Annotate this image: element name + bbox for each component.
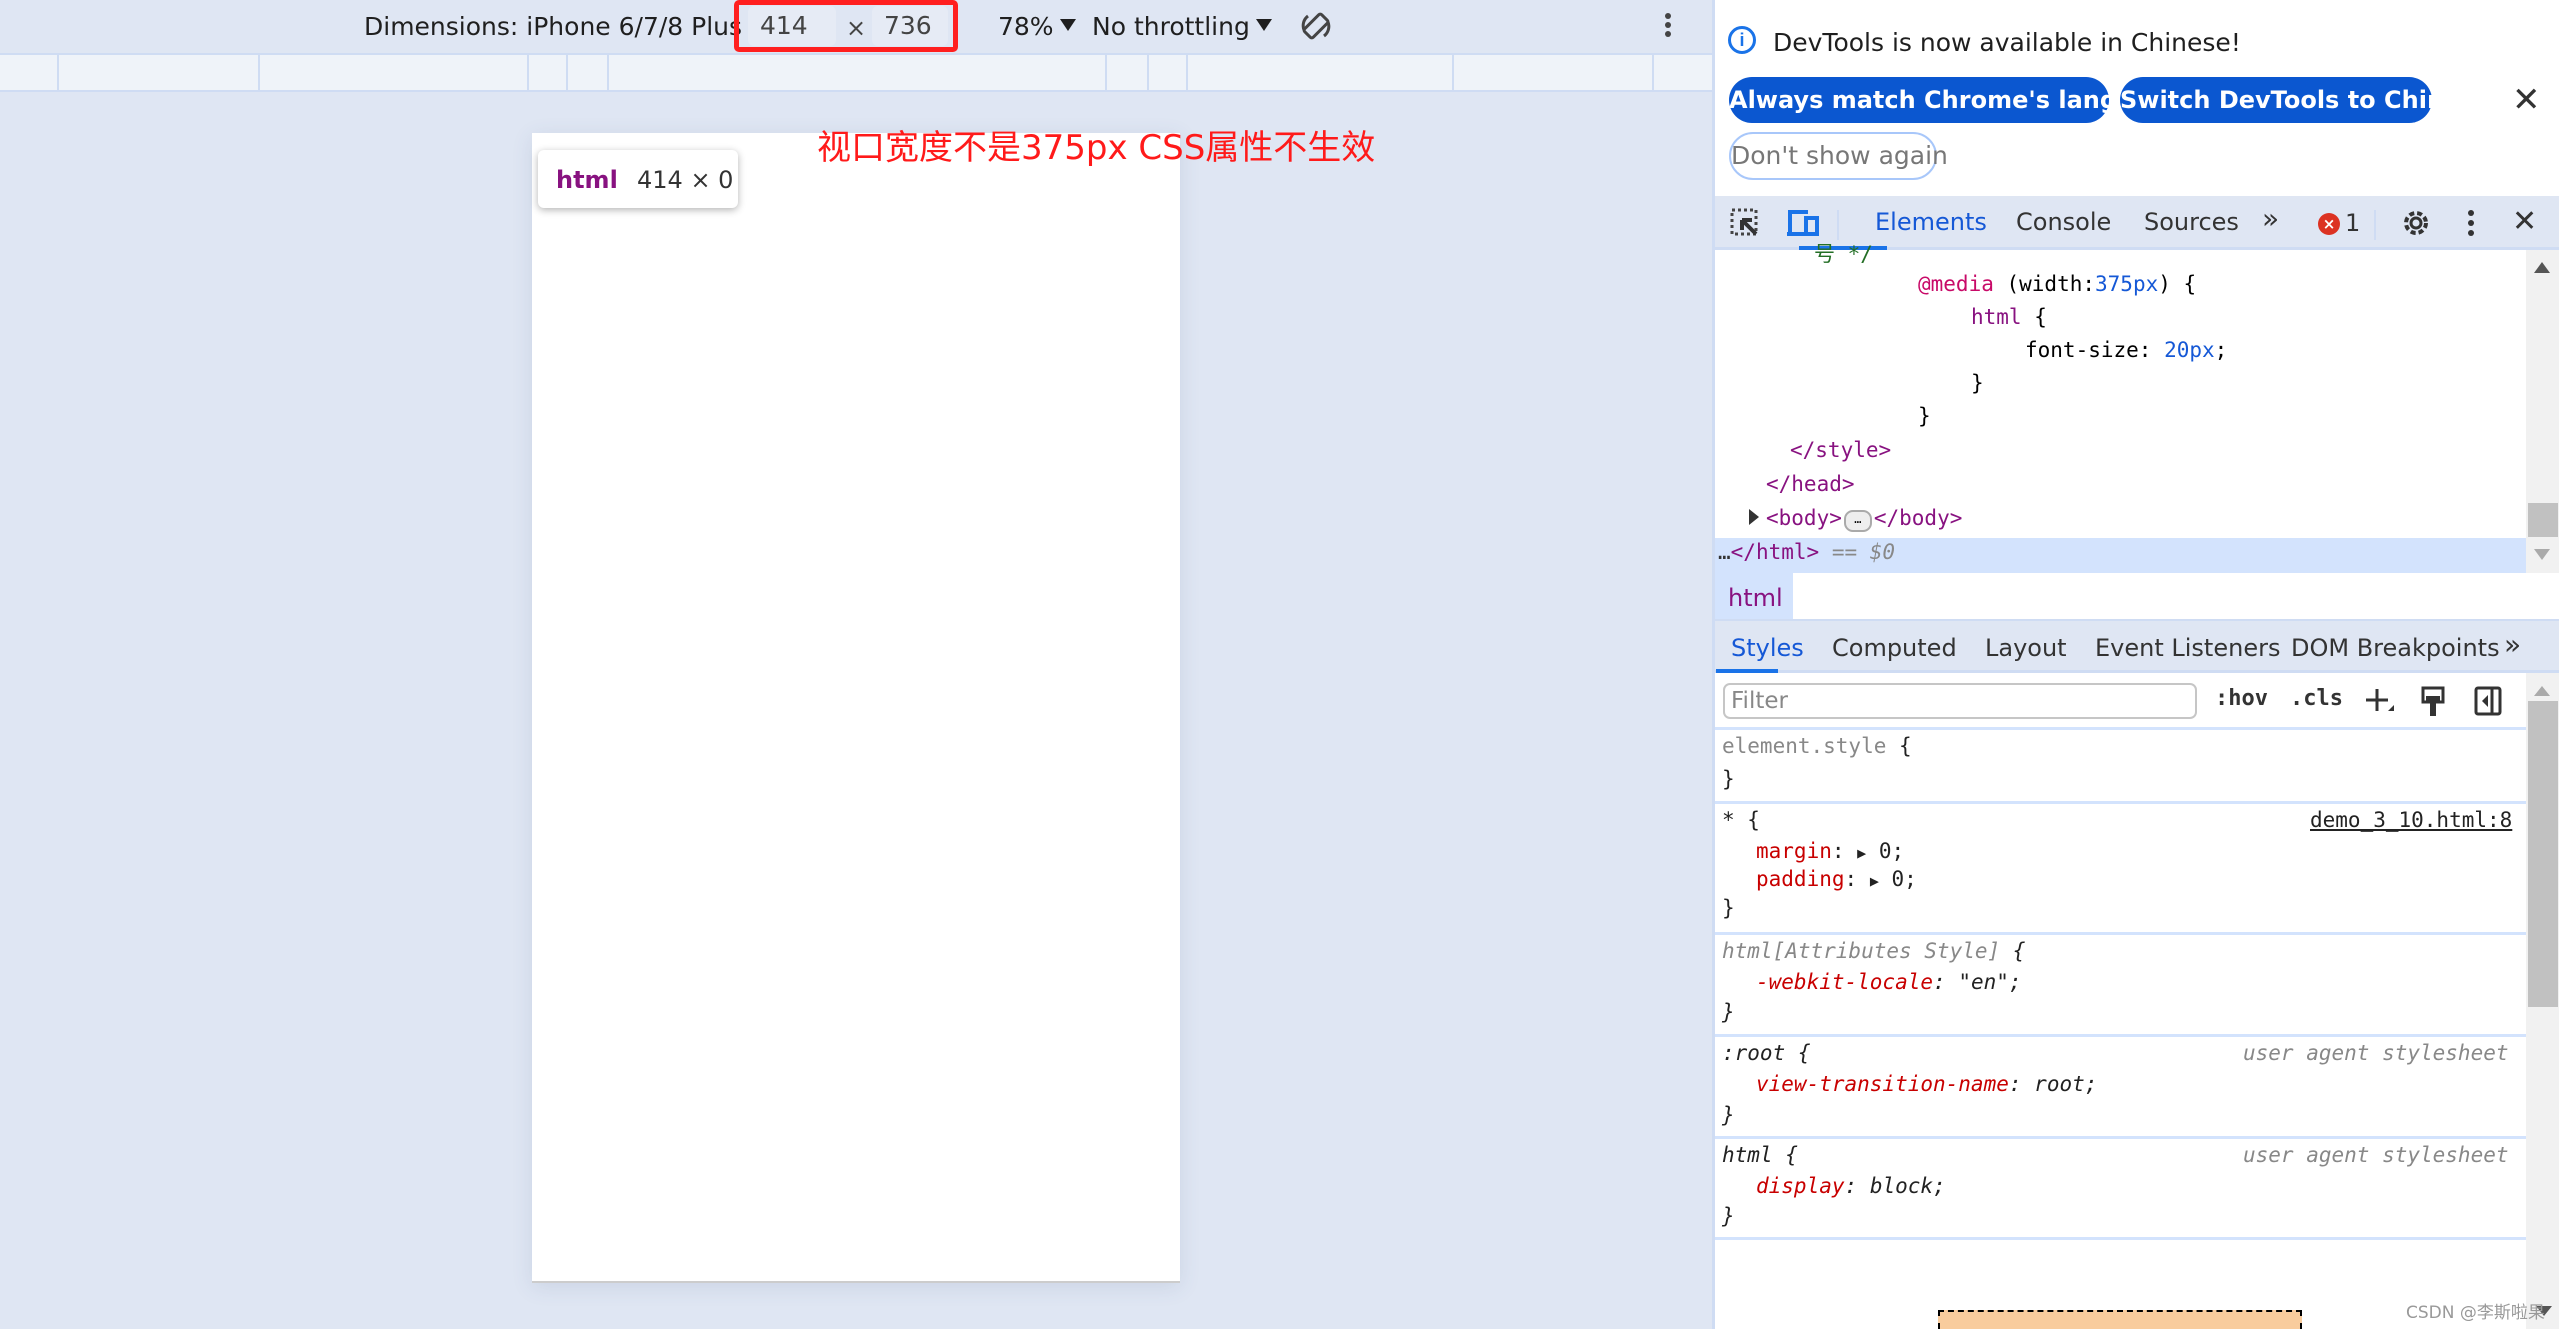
always-match-language-button[interactable]: Always match Chrome's language bbox=[1729, 77, 2184, 123]
dropdown-caret-icon bbox=[1059, 19, 1076, 31]
code-html-selector[interactable]: html { bbox=[1971, 305, 2047, 329]
more-tabs-icon[interactable]: » bbox=[2504, 628, 2521, 661]
error-count[interactable]: 1 bbox=[2345, 209, 2360, 237]
rule-source-label: user agent stylesheet bbox=[2243, 1041, 2509, 1065]
annotation-text: 视口宽度不是375px CSS属性不生效 bbox=[817, 128, 1376, 168]
scrollbar-thumb[interactable] bbox=[2528, 701, 2558, 1007]
decl-webkit-locale[interactable]: -webkit-locale: "en"; bbox=[1756, 970, 2022, 994]
tooltip-tag-name: html bbox=[556, 166, 618, 194]
code-media-rule[interactable]: @media (width:375px) { bbox=[1918, 272, 2196, 296]
rule-universal-selector[interactable]: * { bbox=[1722, 808, 1760, 832]
annotation-highlight-box bbox=[734, 0, 958, 52]
rule-source-label: user agent stylesheet bbox=[2243, 1143, 2509, 1167]
close-icon[interactable]: ✕ bbox=[2512, 80, 2541, 120]
error-icon[interactable]: × bbox=[2318, 213, 2340, 235]
cls-toggle[interactable]: .cls bbox=[2290, 686, 2343, 711]
tooltip-element-size: 414 × 0 bbox=[637, 166, 734, 194]
rule-close-brace: } bbox=[1722, 767, 1735, 791]
media-query-ruler[interactable] bbox=[0, 53, 1712, 92]
dont-show-again-button[interactable]: Don't show again bbox=[1729, 132, 1948, 180]
code-font-size-decl[interactable]: font-size: 20px; bbox=[2025, 338, 2227, 362]
expand-triangle-icon: ▶ bbox=[1869, 872, 1879, 890]
rule-close-brace: } bbox=[1722, 1000, 1735, 1024]
breadcrumb-bar bbox=[1715, 573, 2559, 621]
code-close-brace: } bbox=[1971, 371, 1984, 395]
tooltip-arrow bbox=[570, 136, 598, 151]
paint-brush-icon[interactable] bbox=[2420, 686, 2446, 718]
rule-attributes-style[interactable]: html[Attributes Style] { bbox=[1722, 939, 2025, 963]
decl-margin[interactable]: margin: ▶ 0; bbox=[1756, 839, 1904, 863]
rule-close-brace: } bbox=[1722, 1204, 1735, 1228]
rule-divider bbox=[1715, 1136, 2526, 1139]
decl-display[interactable]: display: block; bbox=[1756, 1174, 1946, 1198]
throttling-dropdown[interactable]: No throttling bbox=[1092, 12, 1272, 41]
scroll-up-icon[interactable] bbox=[2534, 262, 2550, 273]
tab-elements[interactable]: Elements bbox=[1875, 208, 1987, 236]
watermark: CSDN @李斯啦果 bbox=[2406, 1303, 2545, 1323]
scroll-down-icon[interactable] bbox=[2534, 549, 2550, 560]
rule-divider bbox=[1715, 1237, 2526, 1240]
device-dimensions-dropdown[interactable]: Dimensions: iPhone 6/7/8 Plus bbox=[364, 12, 765, 41]
tab-event-listeners[interactable]: Event Listeners bbox=[2095, 634, 2280, 662]
close-devtools-icon[interactable]: ✕ bbox=[2512, 204, 2537, 239]
divider bbox=[1837, 210, 1839, 240]
rule-html-selector[interactable]: html { bbox=[1722, 1143, 1798, 1167]
code-comment: 号 */ bbox=[1814, 242, 1873, 266]
decl-view-transition-name[interactable]: view-transition-name: root; bbox=[1756, 1072, 2097, 1096]
rule-root-selector[interactable]: :root { bbox=[1722, 1041, 1811, 1065]
scrollbar-thumb[interactable] bbox=[2528, 503, 2558, 537]
new-style-rule-icon[interactable] bbox=[2364, 687, 2394, 717]
styles-pane bbox=[1715, 673, 2526, 1329]
box-model-diagram[interactable] bbox=[1938, 1310, 2302, 1329]
throttling-label: No throttling bbox=[1092, 12, 1250, 41]
tab-layout[interactable]: Layout bbox=[1985, 634, 2067, 662]
node-body[interactable]: <body>… </body> bbox=[1766, 506, 1962, 532]
settings-gear-icon[interactable] bbox=[2399, 206, 2433, 240]
code-close-brace: } bbox=[1918, 404, 1931, 428]
device-toggle-icon[interactable] bbox=[1786, 208, 1820, 238]
node-style-close[interactable]: </style> bbox=[1790, 438, 1891, 462]
node-html-close[interactable]: …</html> == $0 bbox=[1718, 540, 1895, 564]
dropdown-caret-icon bbox=[1255, 19, 1272, 31]
breadcrumb-label[interactable]: html bbox=[1728, 584, 1783, 612]
zoom-label: 78% bbox=[998, 12, 1054, 41]
styles-filter-input[interactable]: Filter bbox=[1723, 683, 2197, 719]
tab-sources[interactable]: Sources bbox=[2144, 208, 2239, 236]
tab-styles[interactable]: Styles bbox=[1731, 634, 1804, 662]
tab-console[interactable]: Console bbox=[2016, 208, 2111, 236]
rule-element-style[interactable]: element.style { bbox=[1722, 734, 1912, 758]
expand-triangle-icon[interactable] bbox=[1749, 509, 1759, 525]
info-icon: i bbox=[1728, 26, 1756, 54]
device-dimensions-label: Dimensions: iPhone 6/7/8 Plus bbox=[364, 12, 743, 41]
switch-to-chinese-button[interactable]: Switch DevTools to Chinese bbox=[2120, 77, 2491, 123]
divider bbox=[2374, 210, 2376, 240]
more-vert-icon[interactable] bbox=[1664, 12, 1672, 42]
rule-source-link[interactable]: demo_3_10.html:8 bbox=[2310, 808, 2512, 832]
ellipsis-icon[interactable]: … bbox=[1843, 510, 1872, 532]
rule-divider bbox=[1715, 932, 2526, 935]
node-head-close[interactable]: </head> bbox=[1766, 472, 1855, 496]
rule-close-brace: } bbox=[1722, 896, 1735, 920]
decl-padding[interactable]: padding: ▶ 0; bbox=[1756, 867, 1917, 891]
rule-close-brace: } bbox=[1722, 1103, 1735, 1127]
toggle-sidebar-icon[interactable] bbox=[2474, 686, 2502, 716]
expand-triangle-icon: ▶ bbox=[1857, 844, 1867, 862]
rule-divider bbox=[1715, 801, 2526, 804]
infobar-message: DevTools is now available in Chinese! bbox=[1773, 28, 2241, 57]
rule-divider bbox=[1715, 1034, 2526, 1037]
rule-divider bbox=[1715, 727, 2526, 730]
zoom-dropdown[interactable]: 78% bbox=[998, 12, 1076, 41]
tab-dom-breakpoints[interactable]: DOM Breakpoints bbox=[2291, 634, 2500, 662]
hov-toggle[interactable]: :hov bbox=[2215, 686, 2268, 711]
scroll-up-icon[interactable] bbox=[2534, 686, 2550, 696]
more-tabs-icon[interactable]: » bbox=[2262, 202, 2279, 235]
rotate-icon[interactable] bbox=[1298, 8, 1334, 44]
devtools-menu-icon[interactable] bbox=[2467, 210, 2475, 240]
inspect-element-icon[interactable] bbox=[1730, 208, 1760, 238]
tab-computed[interactable]: Computed bbox=[1832, 634, 1957, 662]
device-viewport[interactable] bbox=[532, 133, 1180, 1283]
